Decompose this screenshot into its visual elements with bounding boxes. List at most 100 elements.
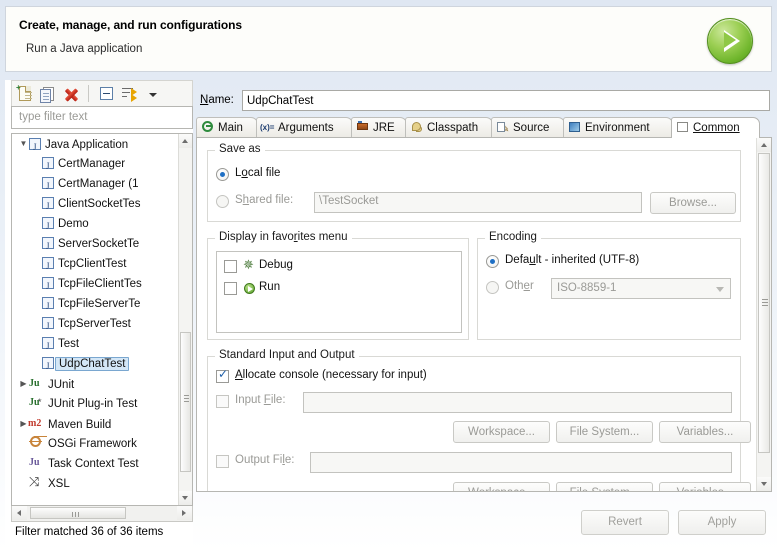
output-file-checkbox[interactable] — [216, 455, 229, 468]
java-icon — [42, 216, 54, 236]
run-favorite-checkbox[interactable] — [224, 282, 237, 295]
std-io-group: Standard Input and Output Allocate conso… — [207, 349, 751, 491]
input-file-checkbox[interactable] — [216, 395, 229, 408]
tree-item-maven-build[interactable]: ▶Maven Build — [12, 414, 192, 434]
tree-item-label: JUnit — [48, 379, 75, 391]
browse-button[interactable]: Browse... — [650, 192, 736, 214]
tree-item-junit-plugin-test[interactable]: JUnit Plug-in Test — [12, 392, 192, 414]
scroll-up-arrow-icon[interactable] — [757, 138, 771, 152]
name-input[interactable] — [242, 90, 770, 111]
debug-favorite-label: Debug — [259, 259, 293, 271]
tree-item-label: ClientSocketTes — [58, 198, 141, 210]
tab-label: Source — [513, 122, 550, 134]
encoding-combo[interactable]: ISO-8859-1 — [551, 278, 731, 299]
encoding-other-radio[interactable] — [486, 281, 499, 294]
tab-label: JRE — [373, 122, 395, 134]
tree-item-xsl[interactable]: XSL — [12, 472, 192, 494]
allocate-console-checkbox[interactable] — [216, 368, 229, 383]
arguments-tab-icon — [260, 118, 275, 138]
tree-item-config[interactable]: TcpFileServerTe — [12, 294, 192, 316]
tree-scroll-thumb[interactable] — [180, 332, 191, 472]
tree-item-osgi-framework[interactable]: OSGi Framework — [12, 434, 192, 454]
scroll-down-arrow-icon[interactable] — [179, 491, 192, 505]
configurations-tree[interactable]: ▼ Java Application CertManager CertManage… — [11, 133, 193, 506]
apply-button[interactable]: Apply — [678, 510, 766, 535]
input-file-input[interactable] — [303, 392, 732, 413]
input-file-label: Input File: — [235, 394, 286, 406]
tab-environment[interactable]: Environment — [563, 117, 673, 138]
favorites-list[interactable]: Debug Run — [216, 251, 462, 333]
scroll-left-arrow-icon[interactable] — [12, 506, 27, 520]
java-icon — [42, 316, 54, 336]
output-workspace-button[interactable]: Workspace... — [453, 482, 550, 491]
output-file-system-button[interactable]: File System... — [556, 482, 653, 491]
shared-file-radio[interactable] — [216, 195, 229, 208]
encoding-default-radio[interactable] — [486, 255, 499, 268]
local-file-label: Local file — [235, 167, 281, 179]
tree-item-task-context-test[interactable]: Task Context Test — [12, 453, 192, 474]
content-vertical-scrollbar[interactable] — [756, 138, 771, 491]
tree-horizontal-scrollbar[interactable] — [11, 506, 193, 522]
tree-item-junit[interactable]: ▶ JUnit — [12, 374, 192, 394]
task-context-icon — [29, 453, 44, 473]
tab-source[interactable]: Source — [491, 117, 565, 140]
name-label: Name: — [200, 94, 234, 106]
filter-shape — [122, 87, 138, 102]
tab-main[interactable]: Main — [196, 117, 258, 138]
view-menu-chevron-icon[interactable] — [143, 84, 163, 104]
copy-front-shape — [40, 89, 51, 103]
tree-hscroll-thumb[interactable] — [30, 507, 126, 519]
xsl-icon — [29, 472, 44, 492]
revert-button[interactable]: Revert — [581, 510, 669, 535]
tree-item-config[interactable]: Demo — [12, 214, 192, 236]
input-file-system-button[interactable]: File System... — [556, 421, 653, 443]
run-play-icon[interactable] — [707, 18, 753, 64]
java-icon — [42, 296, 54, 316]
local-file-radio[interactable] — [216, 168, 229, 181]
output-file-input[interactable] — [310, 452, 732, 473]
tab-common[interactable]: Common — [671, 117, 760, 138]
tree-item-config[interactable]: CertManager (1 — [12, 174, 192, 196]
chevron-down-icon — [716, 287, 724, 292]
input-workspace-button[interactable]: Workspace... — [453, 421, 550, 443]
tree-item-config[interactable]: CertManager — [12, 154, 192, 176]
tree-vertical-scrollbar[interactable] — [178, 134, 192, 505]
filter-configurations-icon[interactable] — [120, 84, 140, 104]
collapse-all-icon[interactable] — [97, 84, 117, 104]
debug-favorite-checkbox[interactable] — [224, 260, 237, 273]
tree-item-label: TcpFileClientTes — [58, 278, 142, 290]
tree-item-config[interactable]: Test — [12, 334, 192, 356]
shared-file-input[interactable]: \TestSocket — [314, 192, 642, 213]
tree-item-config[interactable]: TcpFileClientTes — [12, 274, 192, 296]
tree-item-config[interactable]: TcpClientTest — [12, 254, 192, 276]
encoding-title: Encoding — [485, 231, 541, 243]
scroll-right-arrow-icon[interactable] — [177, 506, 192, 520]
scroll-up-arrow-icon[interactable] — [179, 134, 192, 148]
shared-file-label: Shared file: — [235, 194, 294, 206]
input-variables-button[interactable]: Variables... — [659, 421, 751, 443]
tree-item-config[interactable]: TcpServerTest — [12, 314, 192, 336]
tab-label: Classpath — [427, 122, 479, 134]
tab-classpath[interactable]: Classpath — [405, 117, 493, 138]
tab-label: Main — [218, 122, 243, 134]
tree-item-config[interactable]: ClientSocketTes — [12, 194, 192, 216]
output-variables-button[interactable]: Variables... — [659, 482, 751, 491]
tab-arguments[interactable]: Arguments — [256, 117, 353, 138]
tree-item-java-application[interactable]: ▼ Java Application — [12, 134, 192, 157]
run-configurations-dialog: Create, manage, and run configurations R… — [0, 0, 777, 551]
encoding-group: Encoding Default - inherited (UTF-8) Oth… — [477, 231, 741, 340]
new-configuration-icon[interactable]: + — [16, 84, 36, 104]
save-as-group: Save as Local file Shared file: \TestSoc… — [207, 143, 741, 222]
osgi-icon — [29, 436, 44, 449]
scroll-down-arrow-icon[interactable] — [757, 477, 771, 491]
std-io-title: Standard Input and Output — [215, 349, 359, 361]
delete-configuration-icon[interactable] — [61, 84, 81, 104]
duplicate-configuration-icon[interactable] — [38, 84, 58, 104]
search-input[interactable]: type filter text — [11, 106, 193, 129]
expand-arrow-icon[interactable]: ▼ — [18, 134, 29, 154]
tree-item-udpchattest[interactable]: UdpChatTest — [12, 354, 192, 376]
collapse-arrow-icon[interactable]: ▶ — [18, 374, 29, 394]
tab-jre[interactable]: JRE — [351, 117, 407, 138]
tree-item-config[interactable]: ServerSocketTe — [12, 234, 192, 256]
content-scroll-thumb[interactable] — [758, 153, 770, 453]
